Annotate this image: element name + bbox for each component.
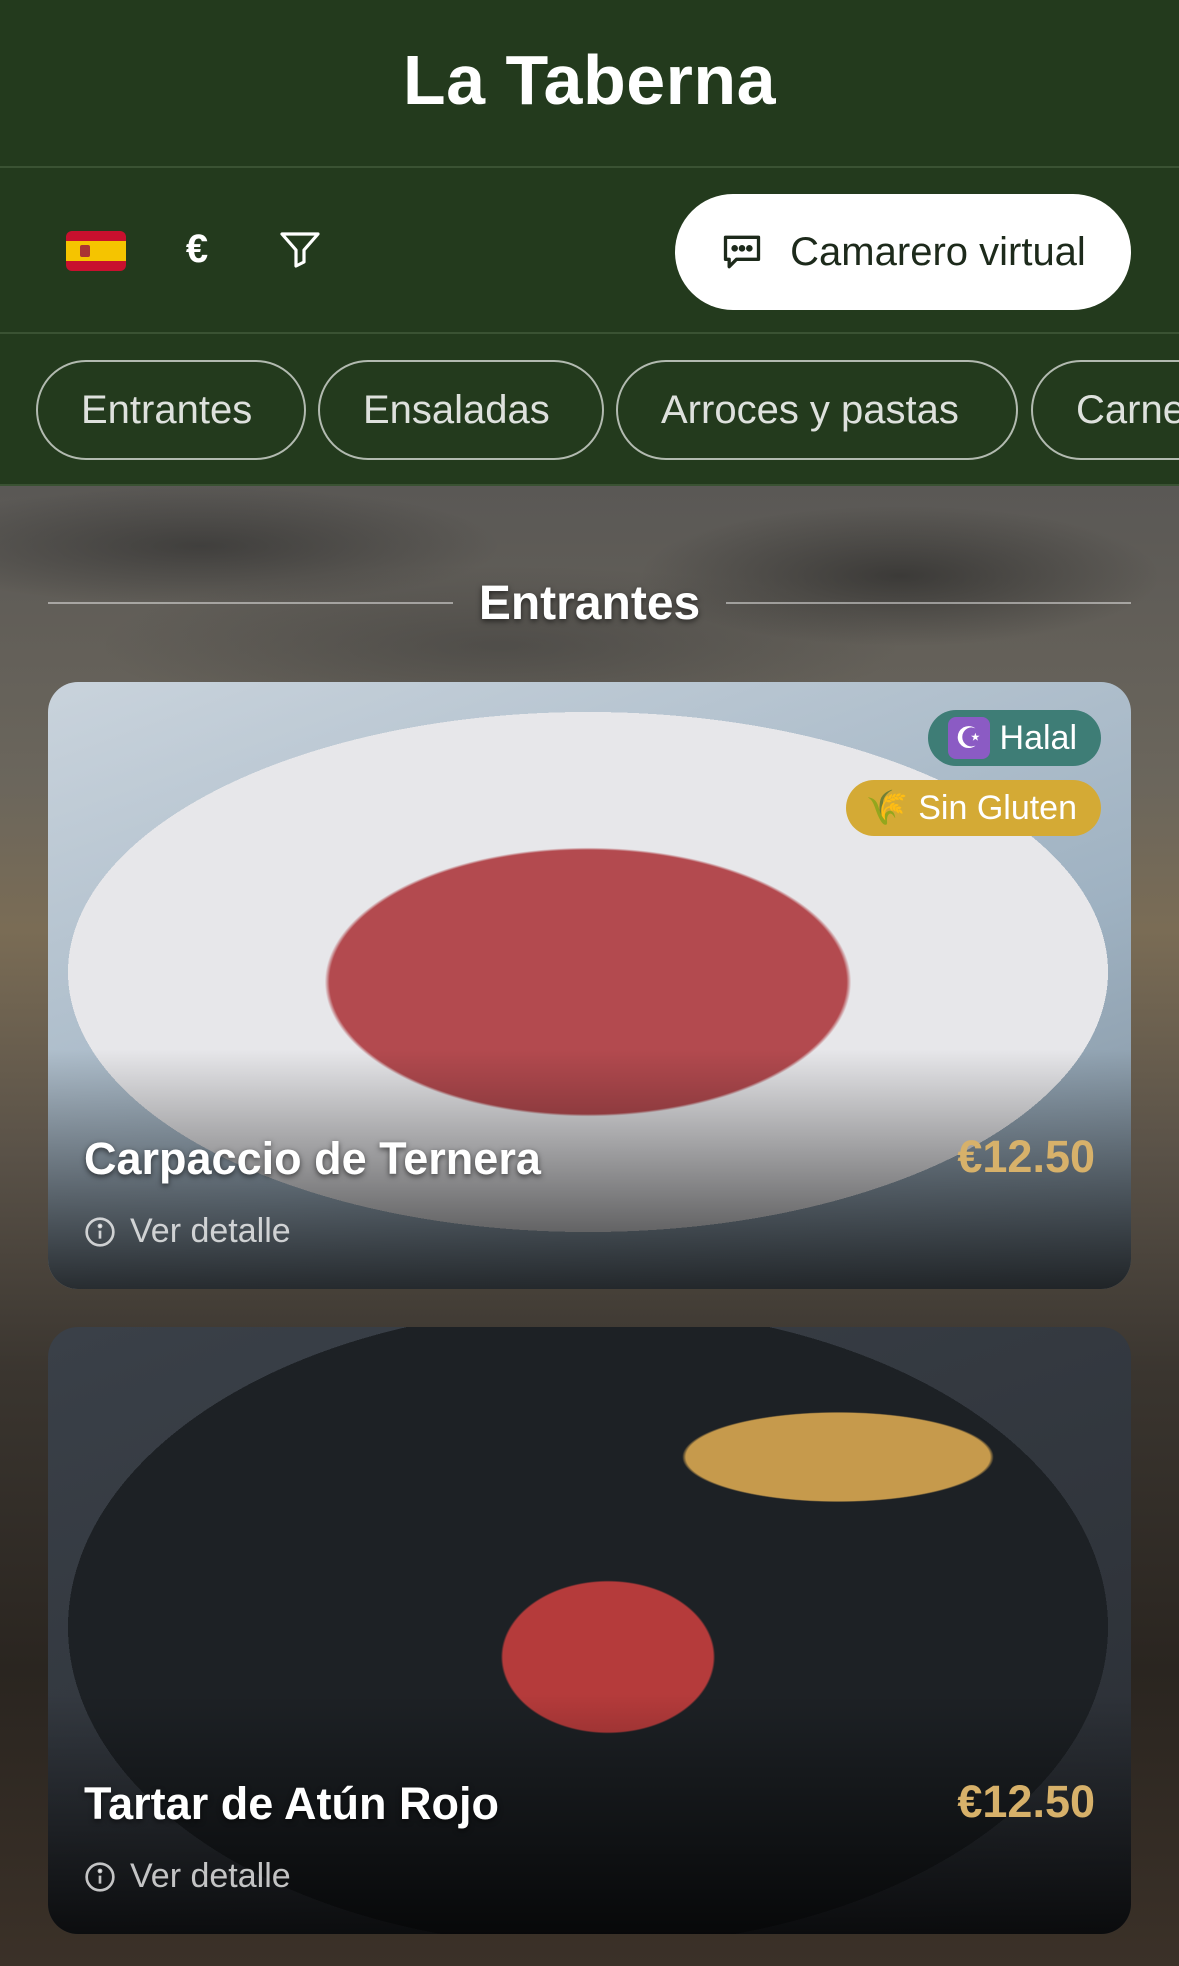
divider (726, 602, 1132, 604)
chat-bubble-icon (724, 235, 761, 269)
dish-price: €12.50 (957, 1131, 1095, 1182)
filter-icon[interactable] (276, 226, 324, 274)
badge-label: Sin Gluten (918, 788, 1077, 827)
divider (48, 602, 453, 604)
category-tab-carne[interactable]: Carne (1031, 360, 1179, 460)
toolbar: € Camarero virtual (0, 168, 1179, 334)
category-tab-ensaladas[interactable]: Ensaladas (318, 360, 604, 460)
info-icon (85, 1216, 115, 1247)
view-detail-label: Ver detalle (130, 1857, 291, 1895)
currency-selector[interactable]: € (182, 224, 212, 274)
crescent-icon: ☪ (947, 717, 990, 759)
view-detail-link[interactable]: Ver detalle (84, 1212, 291, 1251)
section-header: Entrantes (48, 570, 1132, 636)
view-detail-label: Ver detalle (130, 1212, 291, 1250)
halal-badge: ☪ Halal (927, 710, 1101, 766)
spain-flag-icon[interactable] (66, 231, 126, 271)
category-tabs: Entrantes Ensaladas Arroces y pastas Car… (0, 334, 1179, 486)
dish-card[interactable]: ☪ Halal 🌾 Sin Gluten Carpaccio de Terner… (48, 682, 1131, 1289)
info-icon (85, 1861, 115, 1892)
virtual-waiter-label: Camarero virtual (790, 229, 1086, 274)
badge-label: Halal (999, 718, 1077, 757)
view-detail-link[interactable]: Ver detalle (84, 1857, 291, 1896)
dish-name: Tartar de Atún Rojo (84, 1778, 499, 1829)
dish-name: Carpaccio de Ternera (84, 1133, 541, 1184)
app-header: La Taberna (0, 0, 1179, 168)
dish-card[interactable]: Tartar de Atún Rojo €12.50 Ver detalle (48, 1327, 1131, 1934)
wheat-icon: 🌾 (865, 789, 909, 827)
dish-price: €12.50 (957, 1776, 1095, 1827)
section-title: Entrantes (478, 576, 701, 630)
category-tab-arroces-y-pastas[interactable]: Arroces y pastas (616, 360, 1018, 460)
gluten-free-badge: 🌾 Sin Gluten (845, 780, 1101, 836)
category-tab-entrantes[interactable]: Entrantes (36, 360, 306, 460)
virtual-waiter-button[interactable]: Camarero virtual (675, 194, 1131, 310)
app-title: La Taberna (402, 41, 777, 119)
